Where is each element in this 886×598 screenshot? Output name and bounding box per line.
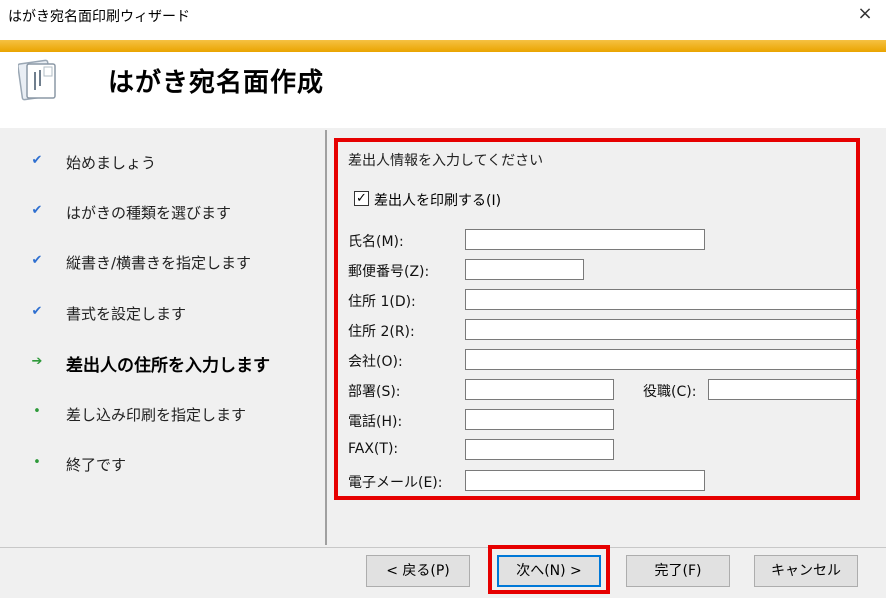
cancel-button[interactable]: キャンセル (754, 555, 858, 587)
email-label: 電子メール(E): (348, 475, 443, 491)
step-done-check-icon: ✔ (31, 253, 43, 268)
step-pending-dot-icon: • (33, 455, 41, 470)
panel-divider (325, 130, 327, 545)
address2-label: 住所 2(R): (348, 324, 415, 340)
step-current-arrow-icon: ➔ (31, 354, 43, 369)
phone-input[interactable] (465, 409, 614, 430)
department-input[interactable] (465, 379, 614, 400)
address1-input[interactable] (465, 289, 857, 310)
step-done-check-icon: ✔ (31, 153, 43, 168)
email-input[interactable] (465, 470, 705, 491)
company-label: 会社(O): (348, 354, 403, 370)
step-label-orientation: 縦書き/横書きを指定します (66, 254, 252, 272)
close-icon[interactable]: × (855, 4, 875, 24)
name-input[interactable] (465, 229, 705, 250)
step-pending-dot-icon: • (33, 404, 41, 419)
form-section-title: 差出人情報を入力してください (348, 153, 544, 169)
next-button-highlight (488, 545, 610, 594)
fax-input[interactable] (465, 439, 614, 460)
postal-label: 郵便番号(Z): (348, 264, 430, 280)
window-title: はがき宛名面印刷ウィザード (8, 9, 190, 25)
company-input[interactable] (465, 349, 857, 370)
address2-input[interactable] (465, 319, 857, 340)
department-label: 部署(S): (348, 384, 401, 400)
step-label-mail-merge: 差し込み印刷を指定します (66, 406, 247, 424)
postal-code-input[interactable] (465, 259, 584, 280)
step-label-card-type: はがきの種類を選びます (66, 204, 232, 222)
step-label-finish: 終了です (66, 456, 127, 474)
back-button[interactable]: < 戻る(P) (366, 555, 470, 587)
step-label-sender-address: 差出人の住所を入力します (66, 356, 270, 376)
accent-bar (0, 40, 886, 52)
job-title-input[interactable] (708, 379, 857, 400)
address1-label: 住所 1(D): (348, 294, 416, 310)
finish-button[interactable]: 完了(F) (626, 555, 730, 587)
step-done-check-icon: ✔ (31, 203, 43, 218)
fax-label: FAX(T): (348, 441, 399, 457)
page-title: はがき宛名面作成 (108, 68, 325, 98)
print-sender-checkbox[interactable]: ✓ (354, 191, 369, 206)
job-title-label: 役職(C): (643, 384, 697, 400)
step-label-format: 書式を設定します (66, 305, 187, 323)
step-done-check-icon: ✔ (31, 304, 43, 319)
print-sender-label[interactable]: 差出人を印刷する(I) (374, 190, 501, 210)
phone-label: 電話(H): (348, 414, 403, 430)
name-label: 氏名(M): (348, 234, 404, 250)
step-label-start: 始めましょう (66, 154, 157, 172)
wizard-postcard-icon (18, 59, 56, 101)
